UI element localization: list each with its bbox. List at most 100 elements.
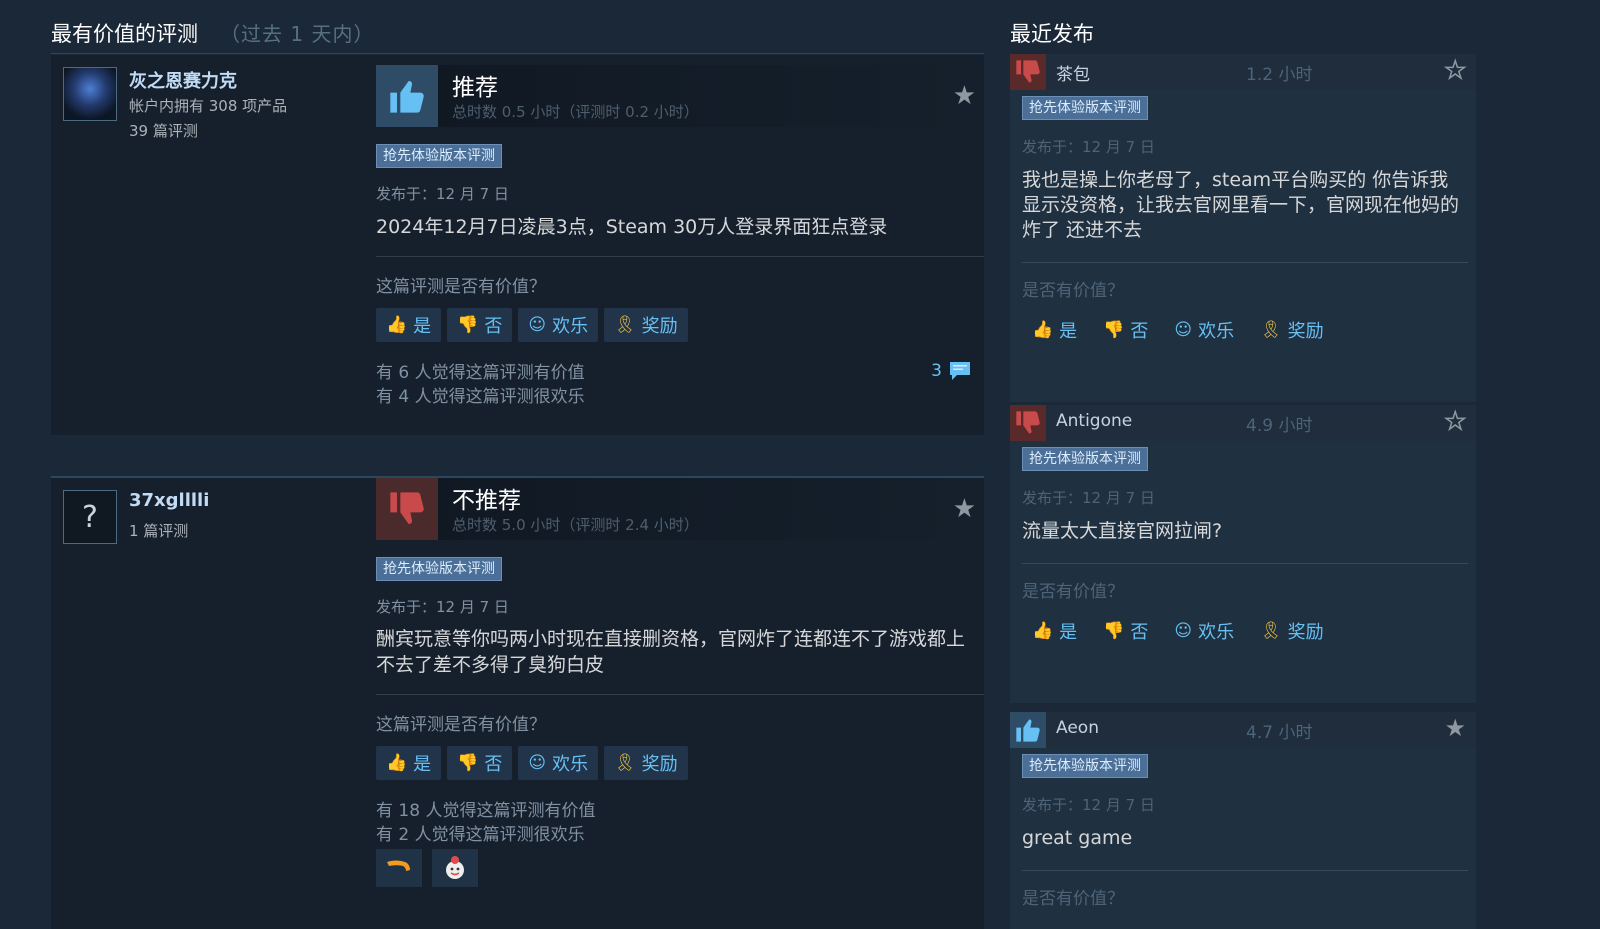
author-products[interactable]: 帐户内拥有 308 项产品	[129, 95, 287, 116]
review-stats: 有 6 人觉得这篇评测有价值 有 4 人觉得这篇评测很欢乐	[376, 361, 585, 409]
early-access-tag: 抢先体验版本评测	[1022, 447, 1148, 471]
award-label: 奖励	[1287, 321, 1324, 342]
author-name[interactable]: 灰之恩赛力克	[129, 67, 237, 93]
award-label: 奖励	[1287, 622, 1324, 643]
review-content: 流量太大直接官网拉闸?	[1022, 520, 1223, 542]
review-verdict: 不推荐	[452, 488, 521, 514]
boomerang-award-icon	[385, 858, 413, 878]
star-icon[interactable]: ★	[953, 494, 976, 524]
vote-yes-label: 是	[1059, 321, 1078, 342]
section-title: 最有价值的评测	[51, 22, 198, 46]
helpful-count-text: 有 6 人觉得这篇评测有价值	[376, 363, 585, 383]
helpful-question: 这篇评测是否有价值？	[376, 277, 546, 297]
vote-no-button[interactable]: 👎 否	[1093, 615, 1158, 647]
thumbs-up-icon: 👍	[386, 315, 408, 335]
vote-buttons: 👍 是 👎 否 ☺ 欢乐 🎗 奖励	[1022, 314, 1334, 346]
review-divider	[1022, 262, 1468, 263]
vote-no-button[interactable]: 👎 否	[1093, 314, 1158, 346]
award-badge[interactable]	[432, 849, 478, 887]
early-access-tag: 抢先体验版本评测	[1022, 96, 1148, 120]
review-divider	[1022, 563, 1468, 564]
award-ribbon-icon: 🎗	[1260, 621, 1282, 641]
star-outline-icon[interactable]: ★	[1444, 406, 1467, 436]
thumbs-up-icon	[1010, 712, 1046, 748]
award-button[interactable]: 🎗 奖励	[1250, 615, 1334, 647]
heading-divider	[51, 53, 984, 54]
star-icon[interactable]: ★	[1444, 714, 1466, 742]
smiley-icon: ☺	[1174, 621, 1193, 641]
award-button[interactable]: 🎗 奖励	[1250, 314, 1334, 346]
posted-date: 发布于：12 月 7 日	[376, 185, 509, 203]
helpful-question: 这篇评测是否有价值？	[376, 715, 546, 735]
review-card: ? 37xglllli 1 篇评测 不推荐 总时数 5.0 小时（评测时 2.4…	[51, 476, 984, 929]
award-button[interactable]: 🎗 奖励	[604, 308, 688, 342]
clown-award-icon	[442, 855, 468, 881]
thumbs-down-icon: 👎	[1103, 621, 1125, 641]
helpful-question: 是否有价值？	[1022, 889, 1124, 909]
vote-no-button[interactable]: 👎 否	[447, 308, 513, 342]
vote-yes-button[interactable]: 👍 是	[376, 308, 442, 342]
helpful-question: 是否有价值？	[1022, 281, 1124, 301]
review-divider	[1022, 870, 1468, 871]
comment-count-link[interactable]: 3	[931, 360, 972, 382]
vote-buttons: 👍 是 👎 否 ☺ 欢乐 🎗 奖励	[376, 308, 688, 342]
recent-review-header[interactable]: 茶包 1.2 小时 ★	[1010, 54, 1476, 90]
vote-yes-label: 是	[413, 316, 432, 337]
posted-date: 发布于：12 月 7 日	[376, 598, 509, 616]
play-time: 4.7 小时	[1246, 723, 1313, 743]
review-stats: 有 18 人觉得这篇评测有价值 有 2 人觉得这篇评测很欢乐	[376, 799, 595, 847]
thumbs-down-icon	[1010, 54, 1046, 90]
reviewer-name[interactable]: 茶包	[1056, 60, 1090, 85]
helpful-question: 是否有价值？	[1022, 582, 1124, 602]
vote-yes-button[interactable]: 👍 是	[376, 746, 442, 780]
review-content: great game	[1022, 827, 1133, 849]
award-ribbon-icon: 🎗	[1260, 320, 1282, 340]
vote-no-label: 否	[484, 316, 503, 337]
award-ribbon-icon: 🎗	[614, 315, 636, 335]
vote-funny-label: 欢乐	[552, 316, 589, 337]
vote-no-button[interactable]: 👎 否	[447, 746, 513, 780]
vote-yes-button[interactable]: 👍 是	[1022, 615, 1087, 647]
comment-bubble-icon	[948, 360, 972, 382]
recent-review-body: 抢先体验版本评测 发布于：12 月 7 日 great game 是否有价值？	[1010, 748, 1476, 929]
play-time: 1.2 小时	[1246, 65, 1313, 85]
recent-review-header[interactable]: Antigone 4.9 小时 ★	[1010, 405, 1476, 441]
vote-funny-label: 欢乐	[552, 754, 589, 775]
vote-funny-button[interactable]: ☺ 欢乐	[518, 746, 599, 780]
star-icon[interactable]: ★	[953, 81, 976, 111]
thumbs-up-icon: 👍	[1032, 621, 1054, 641]
vote-no-label: 否	[1130, 622, 1149, 643]
posted-date: 发布于：12 月 7 日	[1022, 138, 1155, 156]
vote-funny-button[interactable]: ☺ 欢乐	[1164, 314, 1244, 346]
vote-funny-button[interactable]: ☺ 欢乐	[1164, 615, 1244, 647]
review-content: 2024年12月7日凌晨3点，Steam 30万人登录界面狂点登录	[376, 216, 888, 238]
received-awards	[376, 849, 478, 887]
author-review-count[interactable]: 1 篇评测	[129, 520, 188, 541]
early-access-tag: 抢先体验版本评测	[376, 144, 502, 168]
author-review-count[interactable]: 39 篇评测	[129, 120, 198, 141]
vote-yes-button[interactable]: 👍 是	[1022, 314, 1087, 346]
recent-review-body: 抢先体验版本评测 发布于：12 月 7 日 我也是操上你老母了，steam平台购…	[1010, 90, 1476, 402]
reviewer-name[interactable]: Antigone	[1056, 411, 1132, 431]
recent-review-header[interactable]: Aeon 4.7 小时 ★	[1010, 712, 1476, 748]
reviewer-name[interactable]: Aeon	[1056, 718, 1099, 738]
thumbs-down-icon: 👎	[457, 753, 479, 773]
smiley-icon: ☺	[528, 753, 547, 773]
vote-header[interactable]: 推荐 总时数 0.5 小时（评测时 0.2 小时） ★	[376, 65, 984, 127]
vote-funny-label: 欢乐	[1198, 622, 1235, 643]
review-card: 灰之恩赛力克 帐户内拥有 308 项产品 39 篇评测 推荐 总时数 0.5 小…	[51, 55, 984, 435]
award-badge[interactable]	[376, 849, 422, 887]
play-hours: 总时数 0.5 小时（评测时 0.2 小时）	[452, 103, 699, 121]
thumbs-down-icon: 👎	[1103, 320, 1125, 340]
award-button[interactable]: 🎗 奖励	[604, 746, 688, 780]
award-label: 奖励	[641, 754, 678, 775]
vote-funny-button[interactable]: ☺ 欢乐	[518, 308, 599, 342]
vote-header[interactable]: 不推荐 总时数 5.0 小时（评测时 2.4 小时） ★	[376, 478, 984, 540]
avatar[interactable]: ?	[63, 490, 117, 544]
comment-count: 3	[931, 361, 942, 381]
author-name[interactable]: 37xglllli	[129, 490, 209, 511]
star-outline-icon[interactable]: ★	[1444, 55, 1467, 85]
avatar[interactable]	[63, 67, 117, 121]
section-heading: 最有价值的评测 （过去 1 天内）	[51, 18, 374, 48]
review-divider	[376, 694, 984, 695]
